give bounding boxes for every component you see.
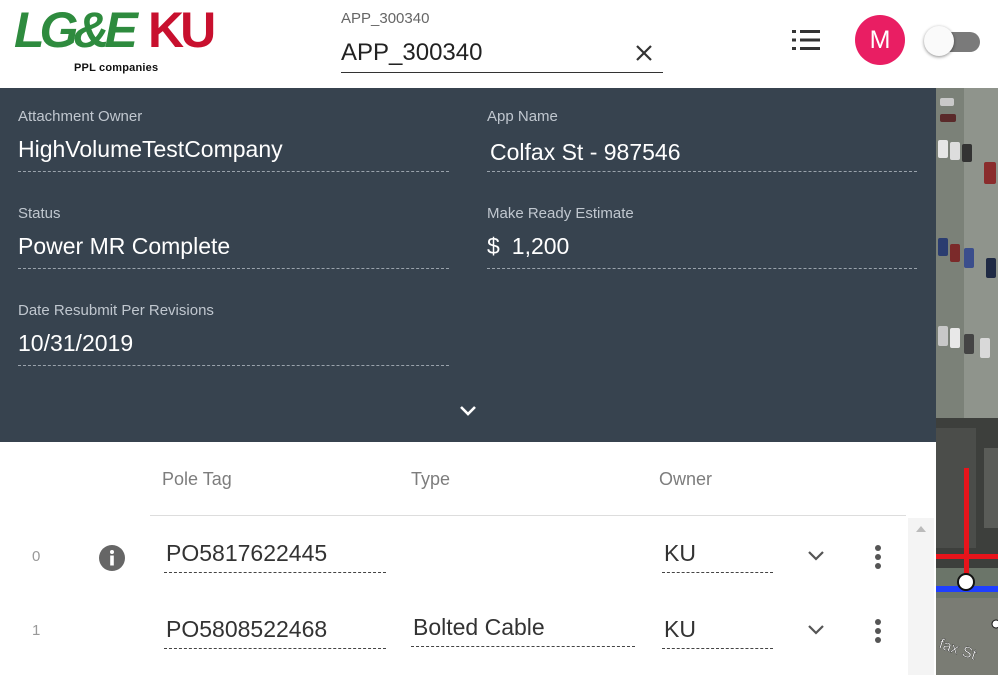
cell-underline (662, 572, 773, 573)
company-logo: LG&E KU PPL companies (14, 4, 234, 80)
status-label: Status (18, 205, 61, 222)
owner-dropdown-button[interactable] (804, 546, 828, 566)
field-underline (487, 268, 917, 269)
table-header-divider (150, 515, 906, 516)
mode-toggle[interactable] (924, 26, 984, 56)
owner-value: KU (664, 540, 696, 566)
app-search-field: APP_300340 (341, 8, 663, 74)
date-resubmit-value: 10/31/2019 (18, 330, 134, 356)
clear-search-button[interactable] (631, 40, 657, 66)
pole-table: Pole Tag Type Owner 0 PO5817622445 KU 1 … (0, 442, 936, 675)
search-underline (341, 72, 663, 73)
search-label: APP_300340 (341, 10, 430, 27)
pole-tag-value: PO5808522468 (166, 616, 328, 642)
status-field: Status Power MR Complete (18, 185, 449, 271)
more-vert-icon (875, 619, 881, 643)
make-ready-estimate-label: Make Ready Estimate (487, 205, 634, 222)
more-vert-icon (875, 545, 881, 569)
owner-dropdown-button[interactable] (804, 620, 828, 640)
table-row: 0 PO5817622445 KU (0, 518, 906, 592)
row-more-menu-button[interactable] (866, 616, 890, 646)
app-name-value: Colfax St - 987546 (490, 139, 681, 165)
app-root: LG&E KU PPL companies APP_300340 APP_300… (0, 0, 998, 675)
logo-ku-text: KU (148, 2, 216, 58)
column-header-pole-tag[interactable]: Pole Tag (162, 469, 232, 490)
make-ready-estimate-value: $1,200 (487, 233, 569, 260)
cell-underline (164, 572, 386, 573)
top-header: LG&E KU PPL companies APP_300340 APP_300… (0, 0, 998, 88)
expand-details-button[interactable] (454, 400, 482, 422)
attachment-owner-value: HighVolumeTestCompany (18, 136, 283, 162)
application-details-panel: Attachment Owner HighVolumeTestCompany A… (0, 88, 936, 442)
toggle-thumb (924, 26, 954, 56)
date-resubmit-label: Date Resubmit Per Revisions (18, 302, 214, 319)
logo-subtitle: PPL companies (74, 62, 159, 74)
search-input[interactable] (341, 36, 631, 70)
pole-tag-cell[interactable]: PO5808522468 (164, 616, 386, 650)
type-value: Bolted Cable (413, 614, 545, 640)
field-underline (18, 268, 449, 269)
column-header-type[interactable]: Type (411, 469, 450, 490)
table-row: 1 PO5808522468 Bolted Cable KU (0, 592, 906, 666)
list-view-button[interactable] (786, 22, 826, 58)
attachment-owner-label: Attachment Owner (18, 108, 143, 125)
owner-cell[interactable]: KU (662, 540, 773, 574)
owner-value: KU (664, 616, 696, 642)
row-index: 0 (32, 548, 41, 565)
app-name-label: App Name (487, 108, 558, 125)
info-circle-icon (99, 545, 125, 571)
chevron-down-icon (460, 406, 476, 416)
user-avatar[interactable]: M (855, 15, 905, 65)
cell-underline (411, 646, 635, 647)
logo-lge-text: LG&E (14, 2, 138, 58)
currency-symbol: $ (487, 233, 500, 259)
field-underline (18, 171, 449, 172)
row-index: 1 (32, 622, 41, 639)
column-header-owner[interactable]: Owner (659, 469, 712, 490)
close-icon (636, 45, 652, 61)
app-name-field: App Name Colfax St - 987546 (487, 88, 917, 174)
owner-cell[interactable]: KU (662, 616, 773, 650)
chevron-down-icon (808, 551, 824, 561)
list-icon (792, 30, 820, 50)
estimate-amount: 1,200 (511, 233, 570, 259)
info-icon[interactable] (98, 544, 126, 572)
field-underline (18, 365, 449, 366)
table-scrollbar[interactable] (908, 518, 934, 675)
status-value: Power MR Complete (18, 233, 231, 259)
scroll-up-arrow-icon[interactable] (916, 526, 926, 532)
cell-underline (164, 648, 386, 649)
chevron-down-icon (808, 625, 824, 635)
map-view[interactable]: fax St (936, 88, 998, 675)
pole-tag-value: PO5817622445 (166, 540, 328, 566)
row-more-menu-button[interactable] (866, 542, 890, 572)
type-cell[interactable]: Bolted Cable (411, 614, 635, 648)
date-resubmit-field: Date Resubmit Per Revisions 10/31/2019 (18, 282, 449, 368)
attachment-owner-field: Attachment Owner HighVolumeTestCompany (18, 88, 449, 174)
pole-tag-cell[interactable]: PO5817622445 (164, 540, 386, 574)
cell-underline (662, 648, 773, 649)
make-ready-estimate-field: Make Ready Estimate $1,200 (487, 185, 917, 271)
field-underline (487, 171, 917, 172)
satellite-map: fax St (936, 88, 998, 675)
